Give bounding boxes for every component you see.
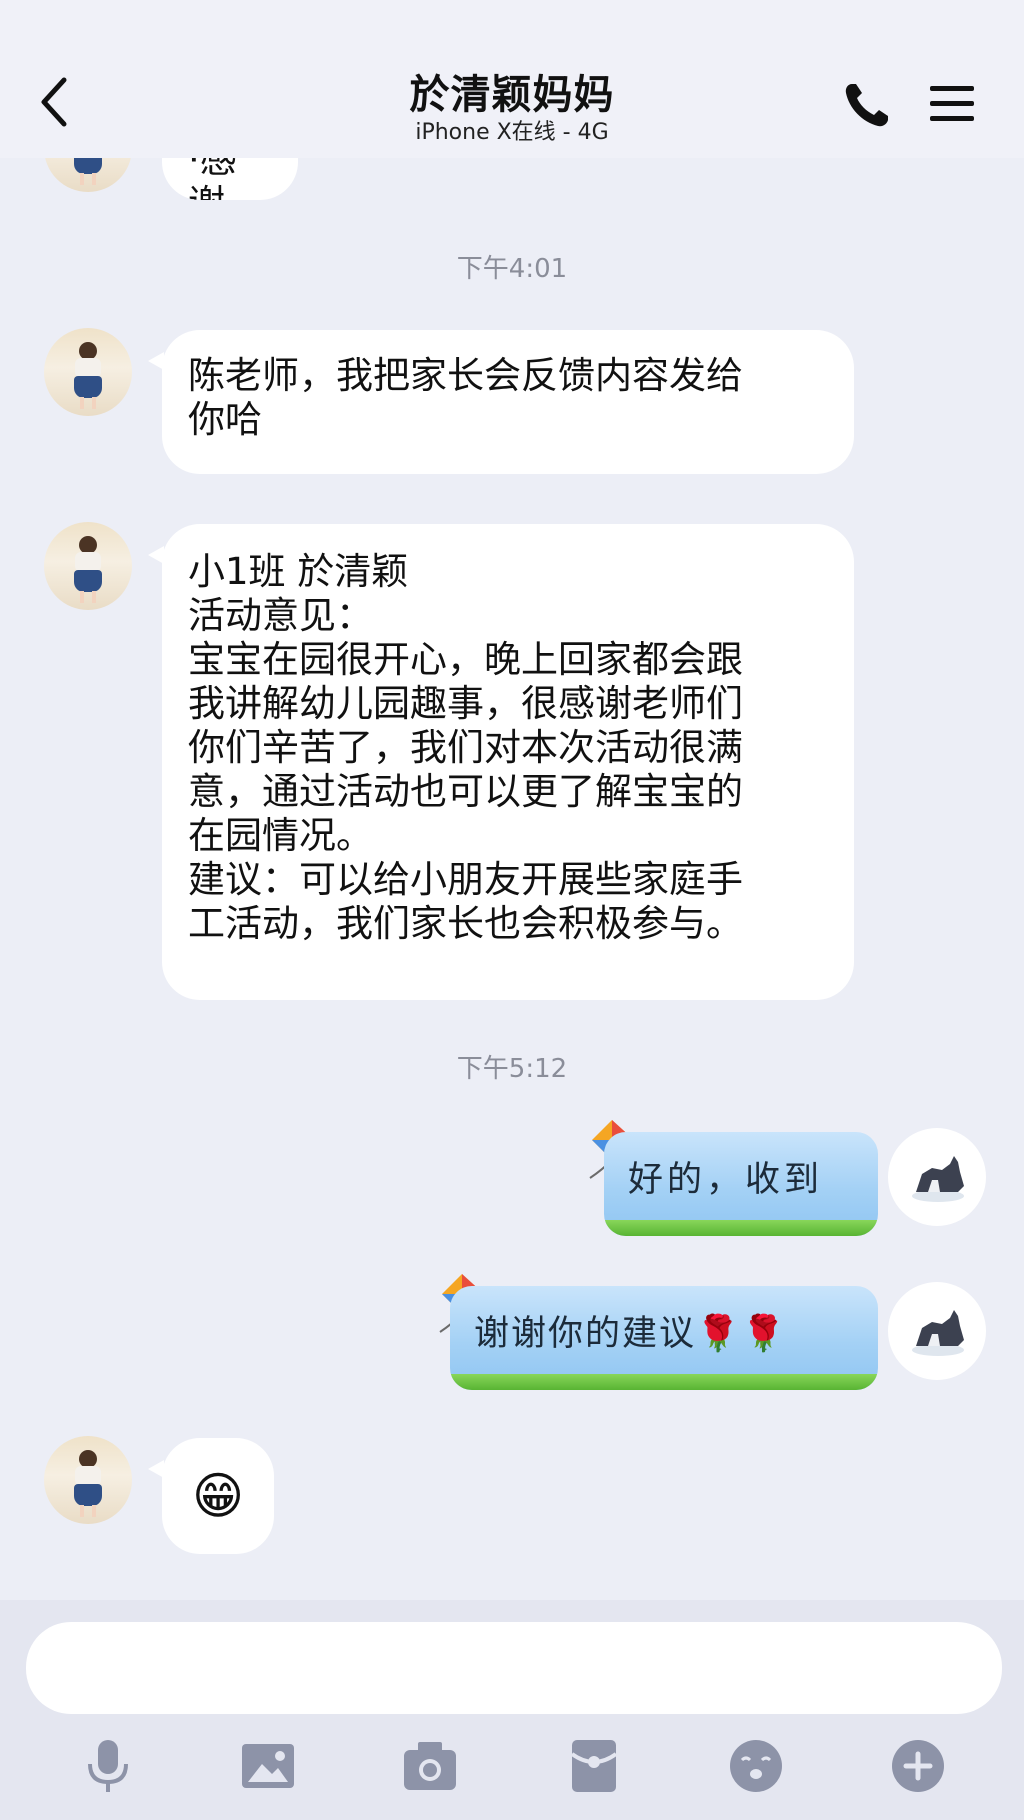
contact-avatar[interactable]: [44, 104, 132, 192]
message-bubble[interactable]: 小1班 於清颖 活动意见： 宝宝在园很开心，晚上回家都会跟 我讲解幼儿园趣事，很…: [148, 524, 854, 1000]
chat-header: 於清颖妈妈 iPhone X在线 - 4G: [0, 0, 1024, 158]
image-icon[interactable]: [238, 1736, 298, 1796]
message-bubble[interactable]: ·感谢: [162, 120, 298, 200]
message-text: 谢谢你的建议🌹🌹: [474, 1313, 788, 1354]
timestamp: 下午5:12: [456, 1054, 568, 1084]
user-avatar[interactable]: [888, 1128, 986, 1226]
sticker-bubble[interactable]: 谢谢你的建议🌹🌹: [450, 1286, 878, 1390]
contact-avatar[interactable]: [44, 1436, 132, 1524]
plus-icon[interactable]: [888, 1736, 948, 1796]
contact-avatar[interactable]: [44, 328, 132, 416]
red-packet-icon[interactable]: [564, 1736, 624, 1796]
microphone-icon[interactable]: [78, 1736, 138, 1796]
camera-icon[interactable]: [400, 1736, 460, 1796]
dog-icon: [912, 1310, 964, 1356]
message-text: ·感谢: [188, 138, 237, 200]
emoji-icon[interactable]: [726, 1736, 786, 1796]
dog-icon: [912, 1156, 964, 1202]
grass-decoration: [604, 1220, 878, 1236]
message-text: 小1班 於清颖 活动意见： 宝宝在园很开心，晚上回家都会跟 我讲解幼儿园趣事，很…: [188, 550, 743, 945]
grin-emoji: 😁: [191, 1467, 245, 1525]
user-avatar[interactable]: [888, 1282, 986, 1380]
message-text: 好的，收到: [628, 1159, 824, 1200]
timestamp: 下午4:01: [456, 254, 568, 284]
message-bubble[interactable]: 😁: [148, 1438, 274, 1554]
message-input[interactable]: [26, 1622, 1002, 1714]
phone-icon[interactable]: [840, 78, 894, 132]
message-bubble[interactable]: 陈老师，我把家长会反馈内容发给 你哈: [148, 330, 854, 474]
contact-avatar[interactable]: [44, 522, 132, 610]
message-text: 陈老师，我把家长会反馈内容发给 你哈: [188, 354, 743, 441]
grass-decoration: [450, 1374, 878, 1390]
menu-icon[interactable]: [928, 82, 976, 126]
sticker-bubble[interactable]: 好的，收到: [604, 1132, 878, 1236]
